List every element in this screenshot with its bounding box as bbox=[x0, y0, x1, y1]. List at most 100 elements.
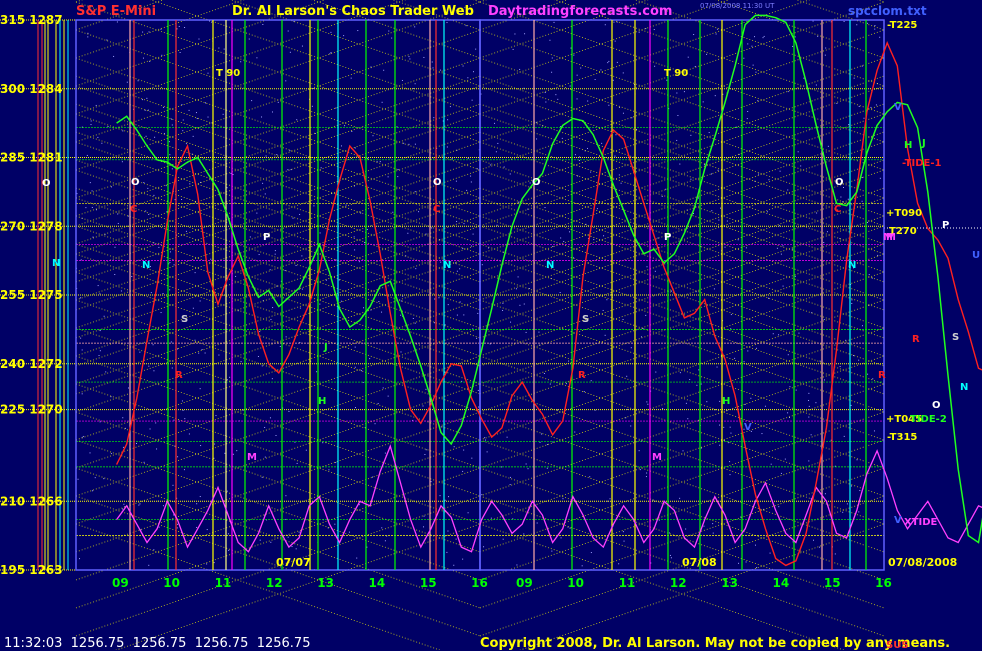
site-link[interactable]: Daytradingforecasts.com bbox=[488, 4, 672, 19]
speckle-dot bbox=[158, 246, 160, 248]
speckle-dot bbox=[614, 155, 616, 157]
lattice-line bbox=[479, 0, 487, 3]
speckle-dot bbox=[299, 213, 301, 215]
speckle-dot bbox=[396, 126, 398, 128]
speckle-dot bbox=[381, 311, 383, 313]
speckle-dot bbox=[449, 106, 451, 108]
speckle-dot bbox=[179, 52, 181, 54]
speckle-dot bbox=[148, 564, 150, 566]
speckle-dot bbox=[879, 177, 881, 179]
speckle-dot bbox=[639, 469, 641, 471]
inplot-label: V bbox=[744, 422, 752, 433]
speckle-dot bbox=[768, 179, 770, 181]
speckle-dot bbox=[377, 402, 379, 404]
speckle-dot bbox=[199, 496, 201, 498]
x-tick-label: 11 bbox=[215, 576, 232, 590]
speckle-dot bbox=[277, 101, 279, 103]
speckle-dot bbox=[782, 285, 784, 287]
speckle-dot bbox=[608, 60, 610, 62]
inplot-label: P bbox=[263, 232, 270, 243]
speckle-dot bbox=[761, 433, 763, 435]
speckle-dot bbox=[105, 371, 107, 373]
speckle-dot bbox=[463, 449, 465, 451]
speckle-dot bbox=[313, 205, 315, 207]
speckle-dot bbox=[562, 498, 564, 500]
inplot-label: H bbox=[722, 396, 730, 407]
speckle-dot bbox=[226, 490, 228, 492]
speckle-dot bbox=[292, 217, 294, 219]
speckle-dot bbox=[715, 33, 717, 35]
speckle-dot bbox=[459, 268, 461, 270]
speckle-dot bbox=[666, 79, 668, 81]
speckle-dot bbox=[810, 434, 812, 436]
speckle-dot bbox=[603, 235, 605, 237]
speckle-dot bbox=[622, 72, 624, 74]
speckle-dot bbox=[142, 99, 144, 101]
speckle-dot bbox=[414, 83, 416, 85]
speckle-dot bbox=[693, 34, 695, 36]
speckle-dot bbox=[519, 68, 521, 70]
speckle-dot bbox=[344, 125, 346, 127]
chaos-chart: 315 1287 300 1284 285 1281 270 1278 255 1275… bbox=[0, 0, 982, 650]
speckle-dot bbox=[587, 100, 589, 102]
speckle-dot bbox=[638, 31, 640, 33]
speckle-dot bbox=[171, 168, 173, 170]
speckle-dot bbox=[178, 25, 180, 27]
speckle-dot bbox=[671, 290, 673, 292]
speckle-dot bbox=[850, 485, 852, 487]
speckle-dot bbox=[874, 28, 876, 30]
speckle-dot bbox=[451, 158, 453, 160]
speckle-dot bbox=[171, 367, 173, 369]
speckle-dot bbox=[653, 29, 655, 31]
speckle-dot bbox=[853, 355, 855, 357]
speckle-dot bbox=[184, 418, 186, 420]
speckle-dot bbox=[382, 387, 384, 389]
speckle-dot bbox=[99, 330, 101, 332]
speckle-dot bbox=[604, 24, 606, 26]
speckle-dot bbox=[235, 275, 237, 277]
speckle-dot bbox=[669, 554, 671, 556]
speckle-dot bbox=[161, 54, 163, 56]
inplot-label: C bbox=[433, 204, 440, 215]
speckle-dot bbox=[590, 171, 592, 173]
speckle-dot bbox=[589, 476, 591, 478]
right-label: U bbox=[972, 250, 980, 261]
speckle-dot bbox=[113, 55, 115, 57]
horizontal-grid bbox=[0, 19, 982, 571]
speckle-dot bbox=[181, 400, 183, 402]
x-tick-label: 10 bbox=[163, 576, 180, 590]
speckle-dot bbox=[107, 126, 109, 128]
x-tick-label: 09 bbox=[112, 576, 129, 590]
speckle-dot bbox=[184, 27, 186, 29]
speckle-dot bbox=[463, 223, 465, 225]
speckle-dot bbox=[456, 220, 458, 222]
speckle-dot bbox=[345, 204, 347, 206]
speckle-dot bbox=[708, 132, 710, 134]
speckle-dot bbox=[494, 122, 496, 124]
speckle-dot bbox=[834, 553, 836, 555]
speckle-dot bbox=[861, 200, 863, 202]
speckle-dot bbox=[330, 52, 332, 54]
speckle-dot bbox=[168, 141, 170, 143]
speckle-dot bbox=[719, 444, 721, 446]
speckle-dot bbox=[694, 65, 696, 67]
speckle-dot bbox=[867, 373, 869, 375]
speckle-dot bbox=[716, 28, 718, 30]
right-label: V bbox=[894, 102, 902, 113]
speckle-dot bbox=[545, 101, 547, 103]
speckle-dot bbox=[222, 113, 224, 115]
price-green-line bbox=[116, 14, 982, 544]
speckle-dot bbox=[223, 48, 225, 50]
speckle-dot bbox=[90, 120, 92, 122]
speckle-dot bbox=[670, 557, 672, 559]
speckle-dot bbox=[729, 426, 731, 428]
speckle-dot bbox=[824, 493, 826, 495]
speckle-dot bbox=[471, 99, 473, 101]
inplot-label: T 90 bbox=[664, 68, 688, 79]
speckle-dot bbox=[764, 405, 766, 407]
speckle-dot bbox=[825, 47, 827, 49]
speckle-dot bbox=[264, 193, 266, 195]
speckle-dot bbox=[560, 537, 562, 539]
inplot-label: N bbox=[142, 260, 150, 271]
speckle-dot bbox=[272, 307, 274, 309]
